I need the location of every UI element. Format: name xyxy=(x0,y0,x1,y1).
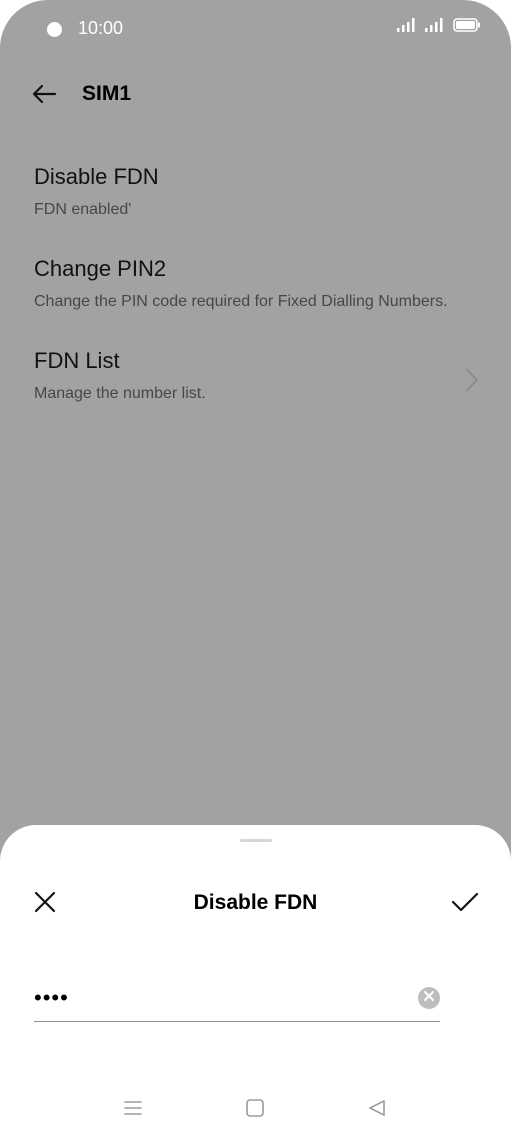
chevron-right-icon xyxy=(465,368,479,397)
menu-icon xyxy=(123,1099,143,1122)
setting-subtitle: Change the PIN code required for Fixed D… xyxy=(34,293,448,310)
app-header: SIM1 xyxy=(0,70,511,122)
status-bar: 10:00 xyxy=(0,0,511,60)
pin2-input-value: •••• xyxy=(34,985,69,1010)
checkmark-icon xyxy=(451,891,479,918)
pin2-input[interactable]: •••• xyxy=(34,983,440,1022)
setting-title: Disable FDN xyxy=(34,164,159,189)
back-nav-button[interactable] xyxy=(365,1098,389,1122)
setting-subtitle: Manage the number list. xyxy=(34,385,206,402)
battery-icon xyxy=(453,18,481,32)
back-triangle-icon xyxy=(367,1098,387,1123)
clear-circle-icon xyxy=(423,989,435,1007)
clear-input-button[interactable] xyxy=(418,987,440,1009)
setting-subtitle: FDN enabled' xyxy=(34,201,132,218)
signal-icon-2 xyxy=(425,18,445,32)
home-button[interactable] xyxy=(243,1098,267,1122)
signal-icon xyxy=(397,18,417,32)
settings-list: Disable FDN FDN enabled' Change PIN2 Cha… xyxy=(0,150,511,426)
phone-screen: 10:00 SIM1 Disable FDN FDN enabled' Chan… xyxy=(0,0,511,1142)
confirm-button[interactable] xyxy=(449,889,481,919)
status-time: 10:00 xyxy=(78,18,124,38)
setting-disable-fdn[interactable]: Disable FDN FDN enabled' xyxy=(0,150,511,242)
sheet-drag-handle[interactable] xyxy=(240,839,272,842)
sheet-title: Disable FDN xyxy=(193,891,318,914)
back-button[interactable] xyxy=(28,82,60,110)
system-nav-bar xyxy=(0,1090,511,1130)
camera-dot xyxy=(47,22,62,37)
recent-apps-button[interactable] xyxy=(121,1098,145,1122)
setting-fdn-list[interactable]: FDN List Manage the number list. xyxy=(0,334,511,426)
arrow-left-icon xyxy=(31,84,57,109)
page-title: SIM1 xyxy=(82,82,132,105)
setting-change-pin2[interactable]: Change PIN2 Change the PIN code required… xyxy=(0,242,511,334)
setting-title: Change PIN2 xyxy=(34,256,167,281)
home-square-icon xyxy=(245,1098,265,1123)
status-icons xyxy=(397,18,481,32)
setting-title: FDN List xyxy=(34,348,120,373)
